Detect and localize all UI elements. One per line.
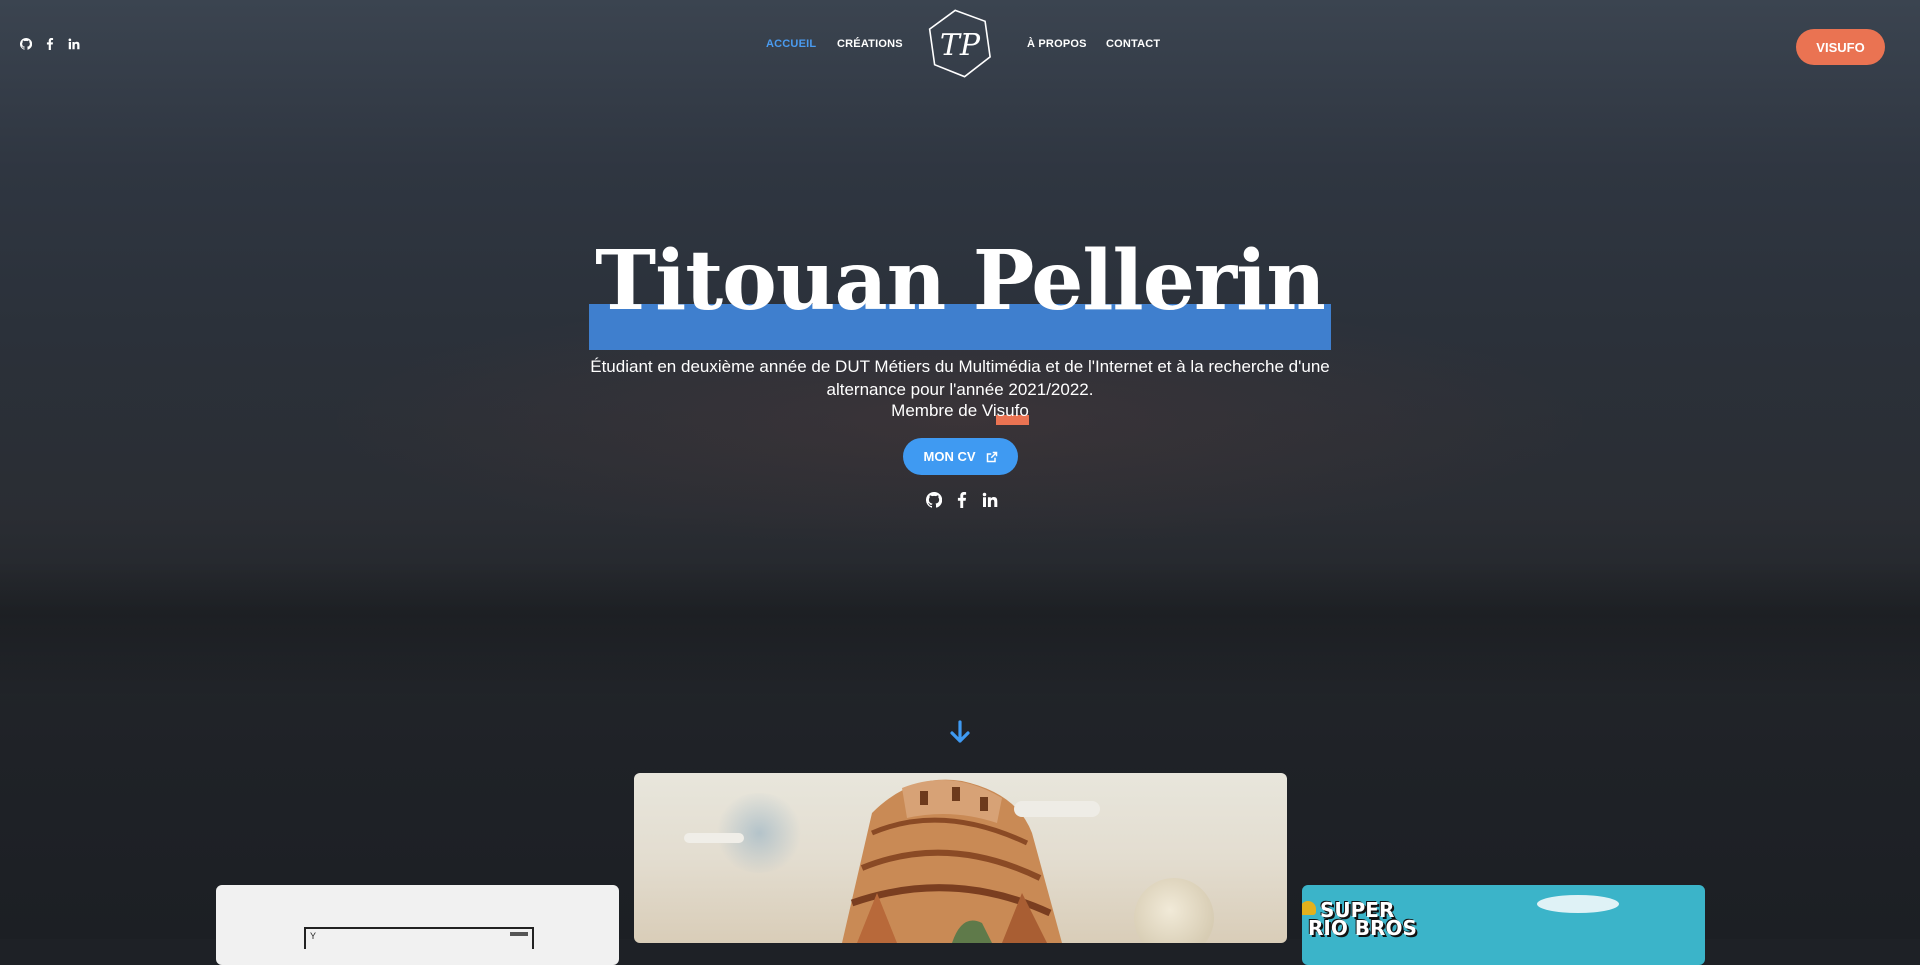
project-card-center[interactable]	[634, 773, 1287, 943]
hero-title: Titouan Pellerin	[589, 240, 1331, 350]
logo-text: TP	[940, 28, 981, 63]
hero-title-text: Titouan Pellerin	[595, 233, 1326, 329]
game-logo-line-2: RIO BROS	[1308, 916, 1417, 940]
scroll-down-arrow-icon[interactable]	[949, 720, 971, 744]
github-icon[interactable]	[926, 492, 942, 508]
visufo-button[interactable]: Visufo	[1796, 29, 1885, 65]
facebook-icon[interactable]	[954, 492, 970, 508]
card-mid-cloud-2	[1014, 801, 1100, 817]
member-brand[interactable]: Visufo	[981, 401, 1029, 425]
external-link-icon	[986, 451, 997, 462]
card-left-mark: Y	[310, 931, 317, 941]
card-mid-portrait	[1134, 878, 1214, 943]
nav-accueil[interactable]: Accueil	[766, 38, 816, 50]
project-card-left[interactable]: Y	[216, 885, 619, 965]
card-mid-cloud	[684, 833, 744, 843]
project-card-right[interactable]: SUPER RIO BROS	[1302, 885, 1705, 965]
hero-title-container: Titouan Pellerin	[0, 240, 1920, 350]
description-line-2: alternance pour l'année 2021/2022.	[826, 380, 1094, 399]
card-right-cloud	[1537, 895, 1619, 913]
card-left-thumbnail: Y	[304, 927, 534, 949]
linkedin-icon[interactable]	[982, 492, 998, 508]
member-brand-text: Visufo	[981, 401, 1029, 420]
nav-contact[interactable]: Contact	[1106, 38, 1160, 50]
nav-apropos[interactable]: À propos	[1027, 38, 1087, 50]
member-prefix: Membre de	[891, 401, 982, 420]
hero-horizon	[0, 560, 1920, 700]
cv-button-label: Mon CV	[923, 449, 976, 464]
description-line-1: Étudiant en deuxième année de DUT Métier…	[590, 357, 1330, 376]
cv-button[interactable]: Mon CV	[903, 438, 1018, 475]
card-left-bar	[510, 932, 528, 936]
hero-description: Étudiant en deuxième année de DUT Métier…	[0, 355, 1920, 401]
card-right-game-logo: SUPER RIO BROS	[1308, 900, 1417, 940]
tower-of-babel-image	[842, 779, 1062, 943]
member-line: Membre de Visufo	[0, 401, 1920, 425]
hero-social-links	[926, 492, 998, 508]
nav-creations[interactable]: Créations	[837, 38, 903, 50]
site-logo[interactable]: TP	[927, 8, 993, 80]
